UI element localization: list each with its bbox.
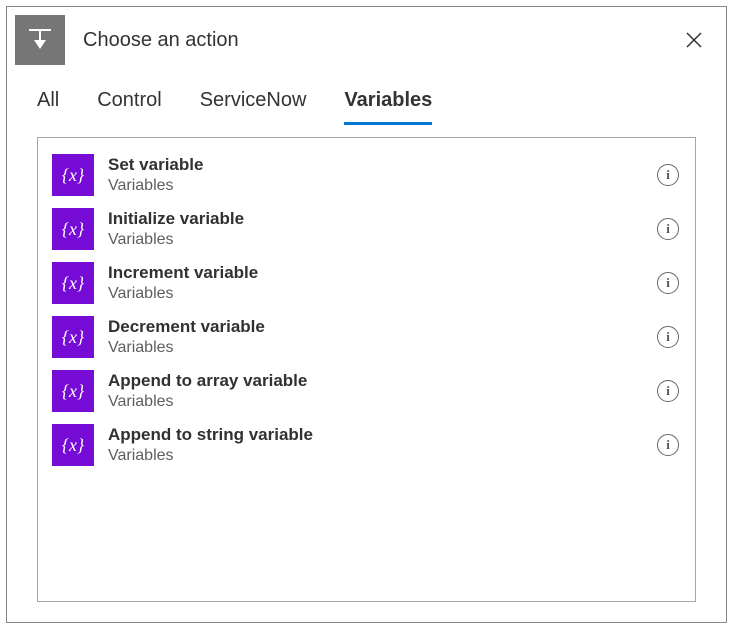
action-text: Set variable Variables <box>108 154 643 195</box>
action-subtitle: Variables <box>108 230 643 250</box>
action-increment-variable[interactable]: {x} Increment variable Variables i <box>52 256 687 310</box>
variable-icon: {x} <box>52 208 94 250</box>
info-button[interactable]: i <box>657 434 679 456</box>
tabs-row: All Control ServiceNow Variables <box>7 73 726 125</box>
tab-control[interactable]: Control <box>97 89 161 125</box>
action-text: Append to array variable Variables <box>108 370 643 411</box>
info-button[interactable]: i <box>657 164 679 186</box>
action-text: Increment variable Variables <box>108 262 643 303</box>
panel-header: Choose an action <box>7 7 726 73</box>
action-text: Append to string variable Variables <box>108 424 643 465</box>
info-button[interactable]: i <box>657 380 679 402</box>
action-title: Increment variable <box>108 262 643 283</box>
action-append-string-variable[interactable]: {x} Append to string variable Variables … <box>52 418 687 472</box>
variable-icon: {x} <box>52 424 94 466</box>
actions-list: {x} Set variable Variables i {x} Initial… <box>37 137 696 602</box>
variable-icon: {x} <box>52 316 94 358</box>
info-icon: i <box>666 437 670 453</box>
action-subtitle: Variables <box>108 446 643 466</box>
close-icon <box>685 31 703 49</box>
action-subtitle: Variables <box>108 176 643 196</box>
action-subtitle: Variables <box>108 338 643 358</box>
info-icon: i <box>666 329 670 345</box>
action-title: Append to string variable <box>108 424 643 445</box>
close-button[interactable] <box>680 26 708 54</box>
info-icon: i <box>666 275 670 291</box>
action-decrement-variable[interactable]: {x} Decrement variable Variables i <box>52 310 687 364</box>
info-icon: i <box>666 383 670 399</box>
info-button[interactable]: i <box>657 218 679 240</box>
header-icon <box>15 15 65 65</box>
action-text: Initialize variable Variables <box>108 208 643 249</box>
variable-icon: {x} <box>52 262 94 304</box>
variable-icon: {x} <box>52 370 94 412</box>
action-step-icon <box>25 25 55 55</box>
action-title: Decrement variable <box>108 316 643 337</box>
action-title: Set variable <box>108 154 643 175</box>
action-subtitle: Variables <box>108 392 643 412</box>
action-set-variable[interactable]: {x} Set variable Variables i <box>52 148 687 202</box>
variable-icon: {x} <box>52 154 94 196</box>
tab-variables[interactable]: Variables <box>344 89 432 125</box>
info-icon: i <box>666 167 670 183</box>
info-button[interactable]: i <box>657 272 679 294</box>
tab-all[interactable]: All <box>37 89 59 125</box>
action-title: Append to array variable <box>108 370 643 391</box>
info-button[interactable]: i <box>657 326 679 348</box>
action-text: Decrement variable Variables <box>108 316 643 357</box>
action-initialize-variable[interactable]: {x} Initialize variable Variables i <box>52 202 687 256</box>
action-title: Initialize variable <box>108 208 643 229</box>
choose-action-panel: Choose an action All Control ServiceNow … <box>6 6 727 623</box>
info-icon: i <box>666 221 670 237</box>
panel-title: Choose an action <box>83 29 662 52</box>
action-append-array-variable[interactable]: {x} Append to array variable Variables i <box>52 364 687 418</box>
tab-servicenow[interactable]: ServiceNow <box>200 89 307 125</box>
action-subtitle: Variables <box>108 284 643 304</box>
